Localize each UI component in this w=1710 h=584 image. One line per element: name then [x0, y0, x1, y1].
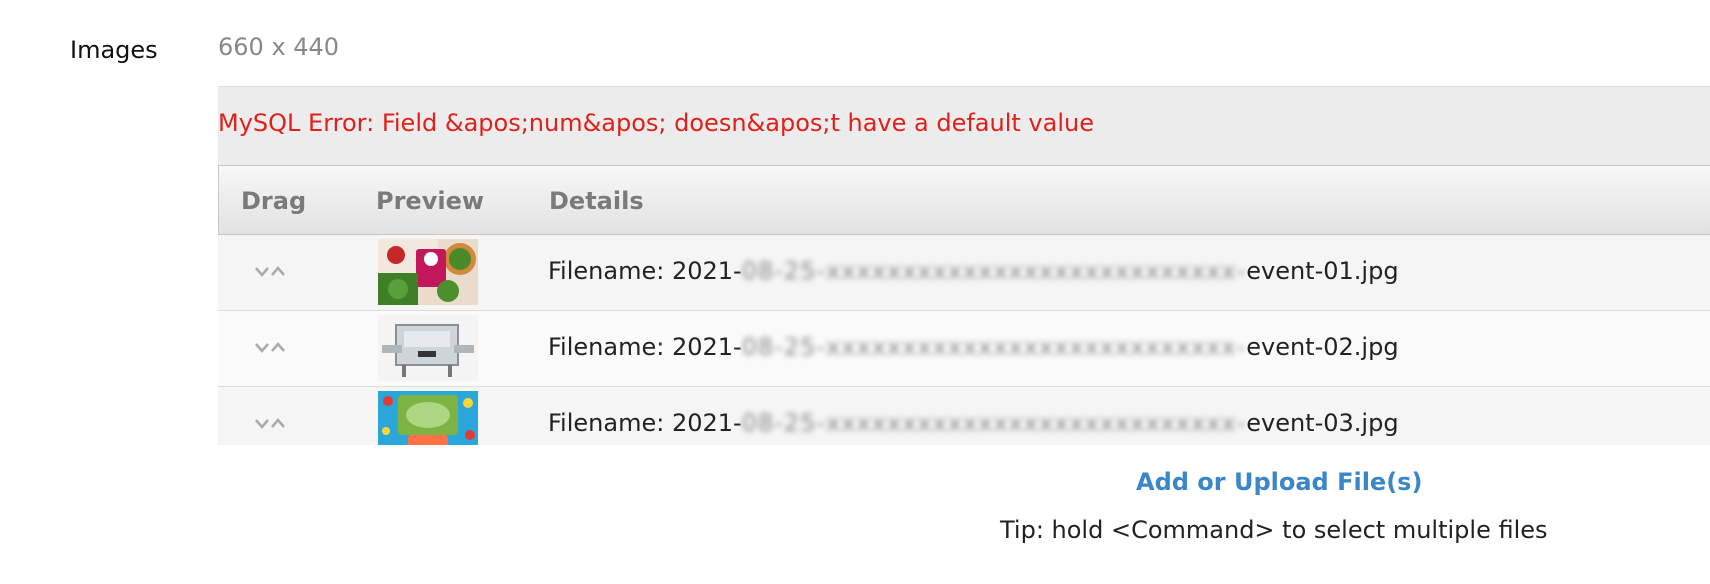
filename-text: Filename: 2021-08-25-xxxxxxxxxxxxxxxxxxx…: [548, 333, 1399, 361]
header-preview: Preview: [376, 187, 485, 215]
header-details: Details: [549, 187, 644, 215]
blurred-filename-segment: 08-25-xxxxxxxxxxxxxxxxxxxxxxxxxxx-: [741, 409, 1247, 437]
table-row: Filename: 2021-08-25-xxxxxxxxxxxxxxxxxxx…: [218, 387, 1710, 445]
image-dimensions-hint: 660 x 440: [218, 33, 340, 61]
field-label: Images: [70, 36, 158, 64]
preview-thumbnail[interactable]: [378, 315, 478, 381]
table-row: Filename: 2021-08-25-xxxxxxxxxxxxxxxxxxx…: [218, 311, 1710, 387]
error-message: MySQL Error: Field &apos;num&apos; doesn…: [218, 87, 1710, 165]
drag-handle-icon[interactable]: [252, 261, 292, 283]
drag-handle-icon[interactable]: [252, 337, 292, 359]
table-header: Drag Preview Details: [218, 165, 1710, 235]
images-panel: MySQL Error: Field &apos;num&apos; doesn…: [218, 86, 1710, 445]
blurred-filename-segment: 08-25-xxxxxxxxxxxxxxxxxxxxxxxxxxx-: [741, 257, 1247, 285]
preview-thumbnail[interactable]: [378, 391, 478, 445]
filename-text: Filename: 2021-08-25-xxxxxxxxxxxxxxxxxxx…: [548, 409, 1399, 437]
blurred-filename-segment: 08-25-xxxxxxxxxxxxxxxxxxxxxxxxxxx-: [741, 333, 1247, 361]
table-row: Filename: 2021-08-25-xxxxxxxxxxxxxxxxxxx…: [218, 235, 1710, 311]
multi-select-tip: Tip: hold <Command> to select multiple f…: [1000, 516, 1548, 544]
images-table: Drag Preview Details Filename: 2021-08-2…: [218, 165, 1710, 445]
preview-thumbnail[interactable]: [378, 239, 478, 305]
drag-handle-icon[interactable]: [252, 413, 292, 435]
filename-text: Filename: 2021-08-25-xxxxxxxxxxxxxxxxxxx…: [548, 257, 1399, 285]
header-drag: Drag: [241, 187, 307, 215]
add-upload-files-link[interactable]: Add or Upload File(s): [1136, 468, 1422, 496]
